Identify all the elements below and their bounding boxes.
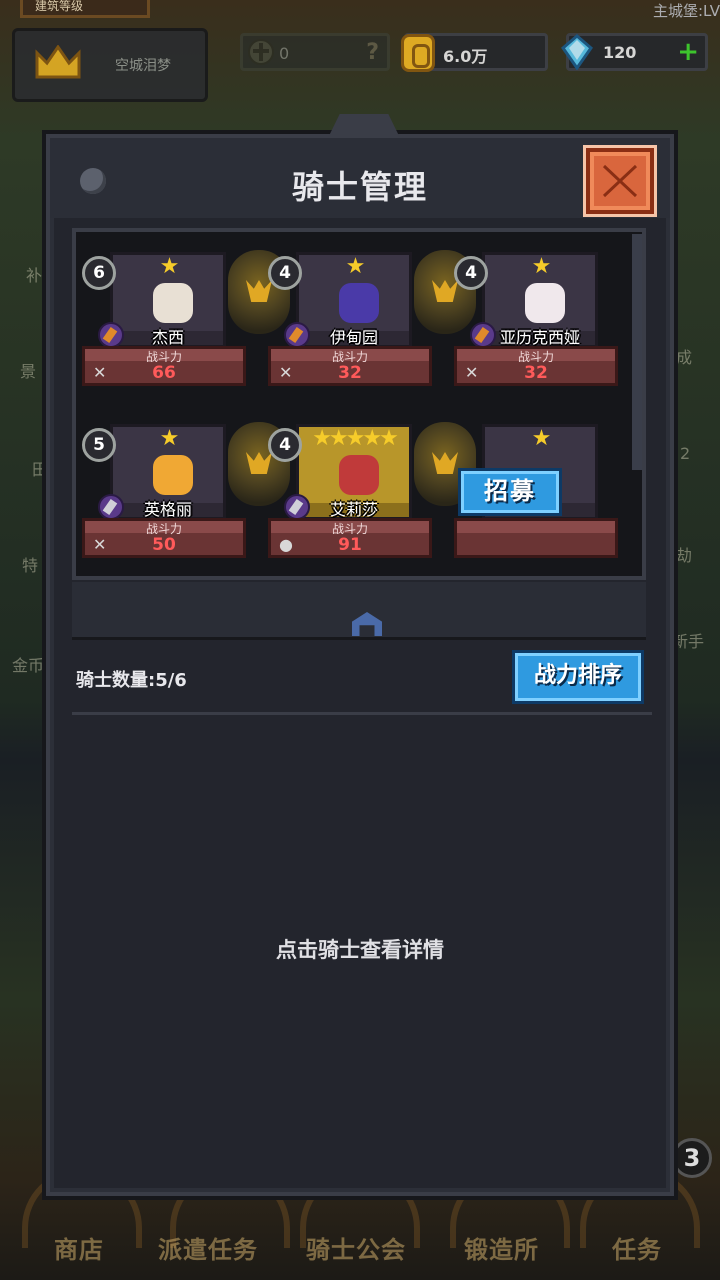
knight-card[interactable]: 4 ★ 亚历克西娅 战斗力 ✕ 32 [454, 252, 628, 398]
knight-stars: ★★★★★ [312, 426, 399, 451]
power-value: 91 [338, 535, 362, 555]
power-panel: 战斗力 ✕ 32 [268, 346, 432, 386]
tap-hint: 点击骑士查看详情 [276, 938, 444, 962]
gold-coin-icon [401, 34, 435, 72]
crown-icon [35, 45, 81, 79]
knight-avatar [153, 455, 193, 495]
player-profile[interactable]: 空城泪梦 [12, 28, 208, 102]
knight-grid[interactable]: 6 ★ 杰西 战斗力 ✕ 66 4 ★ 伊甸园 战斗力 ✕ 32 4 ★ 亚历克… [72, 228, 646, 580]
help-icon[interactable]: ? [366, 40, 379, 65]
side-label: 景 [20, 362, 37, 381]
knight-stars: ★ [345, 254, 366, 279]
nav-dispatch[interactable]: 派遣任务 [158, 1230, 258, 1265]
side-label: 2 [680, 444, 691, 463]
dialog-title: 骑士管理 [291, 168, 428, 206]
shield-value: 0 [279, 44, 290, 63]
knight-name: 伊甸园 [329, 328, 378, 347]
nav-tasks[interactable]: 任务 [612, 1230, 662, 1265]
empty-knight-slot[interactable]: ★ 招募 [454, 424, 628, 570]
shield-icon [248, 39, 274, 65]
knight-name: 艾莉莎 [329, 500, 378, 519]
castle-level: 主城堡:LV [652, 2, 720, 20]
close-button[interactable] [586, 148, 654, 214]
add-gems-button[interactable]: + [677, 38, 699, 66]
shield-resource[interactable]: 0 ? [240, 33, 390, 71]
grid-scrollbar[interactable] [632, 234, 642, 470]
notification-badge: 3 [672, 1138, 712, 1178]
recruit-button[interactable]: 招募 [458, 468, 562, 516]
power-panel: 战斗力 ✕ 32 [454, 346, 618, 386]
nav-shop[interactable]: 商店 [54, 1230, 104, 1265]
gold-value: 6.0万 [443, 47, 488, 66]
banner-text: 建筑等级 [35, 0, 84, 13]
grid-footer [72, 582, 646, 640]
side-label: 成 [676, 348, 693, 367]
building-level-banner: 建筑等级 [20, 0, 150, 18]
gem-resource[interactable]: 120 + [561, 33, 708, 71]
power-value: 66 [152, 363, 176, 383]
knight-management-dialog: 骑士管理 6 ★ 杰西 战斗力 ✕ 66 4 ★ 伊甸园 战斗力 ✕ 32 4 … [46, 114, 674, 1196]
power-panel: 战斗力 ● 91 [268, 518, 432, 558]
knight-name: 英格丽 [143, 500, 192, 519]
side-label: 金币 [12, 656, 45, 675]
knight-avatar [525, 283, 565, 323]
knight-name: 杰西 [151, 328, 184, 347]
nav-guild[interactable]: 骑士公会 [306, 1230, 406, 1265]
power-value: 50 [152, 535, 176, 555]
knight-card[interactable]: 5 ★ 英格丽 战斗力 ✕ 50 [82, 424, 256, 570]
knight-card[interactable]: 4 ★★★★★ 艾莉莎 战斗力 ● 91 [268, 424, 442, 570]
knight-avatar [153, 283, 193, 323]
power-panel [454, 518, 618, 558]
knight-stars: ★ [159, 426, 180, 451]
knight-card[interactable]: 6 ★ 杰西 战斗力 ✕ 66 [82, 252, 256, 398]
side-label: 特 [22, 556, 39, 575]
close-icon [602, 164, 638, 198]
knight-avatar [339, 455, 379, 495]
power-panel: 战斗力 ✕ 50 [82, 518, 246, 558]
knight-stars: ★ [159, 254, 180, 279]
gem-icon [561, 34, 593, 70]
scroll-up-arrow-icon[interactable] [352, 612, 382, 636]
divider [72, 712, 652, 715]
side-label: 补 [26, 266, 43, 285]
power-value: 32 [338, 363, 362, 383]
sort-by-power-button[interactable]: 战力排序 [512, 650, 644, 704]
game-screen: 建筑等级 主城堡:LV 空城泪梦 0 ? 6.0万 120 + 补 景 田 特 … [0, 0, 720, 1280]
knight-card[interactable]: 4 ★ 伊甸园 战斗力 ✕ 32 [268, 252, 442, 398]
knight-name: 亚历克西娅 [499, 328, 580, 347]
knight-stars: ★ [531, 426, 552, 451]
nav-forge[interactable]: 锻造所 [464, 1230, 539, 1265]
knight-count: 骑士数量:5/6 [76, 670, 187, 691]
side-label: 劫 [676, 546, 693, 565]
knight-stars: ★ [531, 254, 552, 279]
power-panel: 战斗力 ✕ 66 [82, 346, 246, 386]
power-value: 32 [524, 363, 548, 383]
player-name: 空城泪梦 [115, 58, 171, 74]
knight-avatar [339, 283, 379, 323]
gold-resource[interactable]: 6.0万 [401, 33, 548, 72]
side-label: 新手 [672, 632, 705, 651]
scrollbar-thumb[interactable] [632, 234, 642, 470]
gem-value: 120 [603, 43, 637, 62]
